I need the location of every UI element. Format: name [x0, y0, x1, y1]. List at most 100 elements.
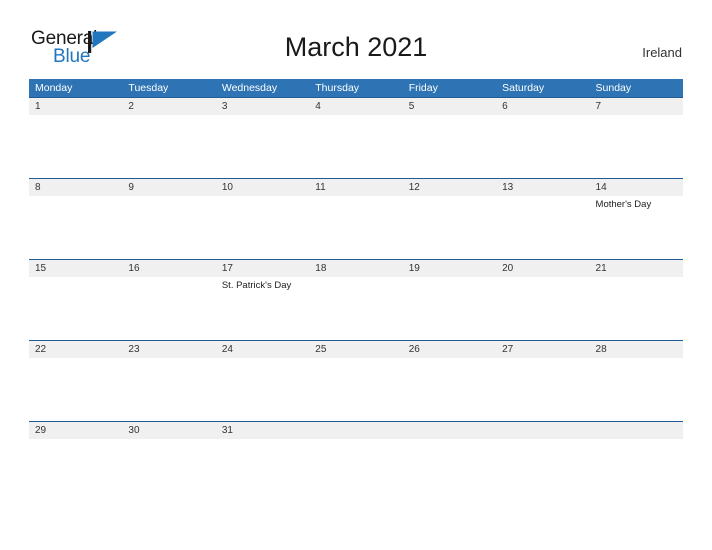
- day-cell[interactable]: [29, 439, 122, 502]
- day-cell[interactable]: [309, 196, 402, 259]
- day-number[interactable]: 31: [216, 422, 309, 439]
- day-of-week-header: Monday Tuesday Wednesday Thursday Friday…: [29, 79, 683, 97]
- day-cell[interactable]: [496, 358, 589, 421]
- day-number[interactable]: 2: [122, 98, 215, 115]
- day-number[interactable]: 12: [403, 179, 496, 196]
- day-of-week-saturday: Saturday: [502, 82, 545, 94]
- week-date-band: 1 2 3 4 5 6 7: [29, 98, 683, 115]
- day-cell[interactable]: Mother's Day: [590, 196, 683, 259]
- calendar-week-row: 8 9 10 11 12 13 14 Mother's Day: [29, 178, 683, 259]
- day-number[interactable]: 5: [403, 98, 496, 115]
- day-cell[interactable]: [122, 196, 215, 259]
- day-number[interactable]: 8: [29, 179, 122, 196]
- day-number[interactable]: 29: [29, 422, 122, 439]
- day-of-week-tuesday: Tuesday: [128, 82, 169, 94]
- day-number[interactable]: 19: [403, 260, 496, 277]
- day-cell[interactable]: [309, 358, 402, 421]
- day-number: [403, 422, 496, 439]
- week-date-band: 15 16 17 18 19 20 21: [29, 260, 683, 277]
- day-of-week-friday: Friday: [408, 82, 438, 94]
- day-number: [590, 422, 683, 439]
- calendar-week-row: 22 23 24 25 26 27 28: [29, 340, 683, 421]
- week-date-band: 29 30 31: [29, 422, 683, 439]
- day-cell[interactable]: [216, 196, 309, 259]
- week-event-band: [29, 358, 683, 421]
- calendar-week-row: 1 2 3 4 5 6 7: [29, 97, 683, 178]
- day-cell[interactable]: [309, 115, 402, 178]
- day-cell[interactable]: [122, 439, 215, 502]
- day-cell[interactable]: [590, 358, 683, 421]
- day-number[interactable]: 15: [29, 260, 122, 277]
- day-cell[interactable]: [122, 277, 215, 340]
- day-cell: [309, 439, 402, 502]
- day-cell[interactable]: [216, 358, 309, 421]
- day-cell[interactable]: [29, 196, 122, 259]
- page-header: General Blue March 2021 Ireland: [0, 0, 712, 78]
- day-of-week-sunday: Sunday: [595, 82, 632, 94]
- day-cell[interactable]: [29, 115, 122, 178]
- day-cell[interactable]: [403, 277, 496, 340]
- day-number[interactable]: 7: [590, 98, 683, 115]
- calendar-grid: Monday Tuesday Wednesday Thursday Friday…: [29, 79, 683, 502]
- day-number[interactable]: 22: [29, 341, 122, 358]
- day-number[interactable]: 26: [403, 341, 496, 358]
- day-number[interactable]: 1: [29, 98, 122, 115]
- day-number[interactable]: 6: [496, 98, 589, 115]
- day-number[interactable]: 10: [216, 179, 309, 196]
- day-number[interactable]: 11: [309, 179, 402, 196]
- day-cell[interactable]: [216, 115, 309, 178]
- day-number[interactable]: 27: [496, 341, 589, 358]
- day-number[interactable]: 13: [496, 179, 589, 196]
- calendar-week-row: 15 16 17 18 19 20 21 St. Patrick's Day: [29, 259, 683, 340]
- calendar-page: General Blue March 2021 Ireland Monday T…: [0, 0, 712, 550]
- day-cell[interactable]: [403, 358, 496, 421]
- day-number[interactable]: 9: [122, 179, 215, 196]
- week-date-band: 22 23 24 25 26 27 28: [29, 341, 683, 358]
- day-cell[interactable]: [29, 277, 122, 340]
- day-number[interactable]: 24: [216, 341, 309, 358]
- day-cell[interactable]: [403, 196, 496, 259]
- day-number[interactable]: 17: [216, 260, 309, 277]
- page-title: March 2021: [284, 32, 428, 62]
- day-number[interactable]: 16: [122, 260, 215, 277]
- week-event-band: [29, 439, 683, 502]
- day-of-week-monday: Monday: [35, 82, 73, 94]
- day-number[interactable]: 23: [122, 341, 215, 358]
- day-cell[interactable]: St. Patrick's Day: [216, 277, 309, 340]
- day-cell: [403, 439, 496, 502]
- day-number[interactable]: 25: [309, 341, 402, 358]
- day-number[interactable]: 20: [496, 260, 589, 277]
- day-number[interactable]: 4: [309, 98, 402, 115]
- day-of-week-wednesday: Wednesday: [221, 82, 278, 94]
- week-event-band: Mother's Day: [29, 196, 683, 259]
- day-of-week-thursday: Thursday: [315, 82, 360, 94]
- day-number[interactable]: 14: [590, 179, 683, 196]
- week-event-band: St. Patrick's Day: [29, 277, 683, 340]
- day-cell[interactable]: [590, 277, 683, 340]
- day-number[interactable]: 21: [590, 260, 683, 277]
- day-number: [309, 422, 402, 439]
- day-cell[interactable]: [496, 115, 589, 178]
- week-date-band: 8 9 10 11 12 13 14: [29, 179, 683, 196]
- day-cell[interactable]: [29, 358, 122, 421]
- day-cell[interactable]: [309, 277, 402, 340]
- day-number[interactable]: 30: [122, 422, 215, 439]
- day-cell: [590, 439, 683, 502]
- day-cell[interactable]: [122, 115, 215, 178]
- calendar-week-row: 29 30 31: [29, 421, 683, 502]
- day-number[interactable]: 28: [590, 341, 683, 358]
- country-label: Ireland: [642, 45, 682, 60]
- day-cell: [496, 439, 589, 502]
- day-cell[interactable]: [122, 358, 215, 421]
- day-number[interactable]: 3: [216, 98, 309, 115]
- day-cell[interactable]: [496, 277, 589, 340]
- day-cell[interactable]: [403, 115, 496, 178]
- day-number: [496, 422, 589, 439]
- day-number[interactable]: 18: [309, 260, 402, 277]
- day-event: Mother's Day: [595, 199, 652, 210]
- day-cell[interactable]: [590, 115, 683, 178]
- week-event-band: [29, 115, 683, 178]
- day-cell[interactable]: [496, 196, 589, 259]
- day-cell[interactable]: [216, 439, 309, 502]
- day-event: St. Patrick's Day: [221, 280, 292, 291]
